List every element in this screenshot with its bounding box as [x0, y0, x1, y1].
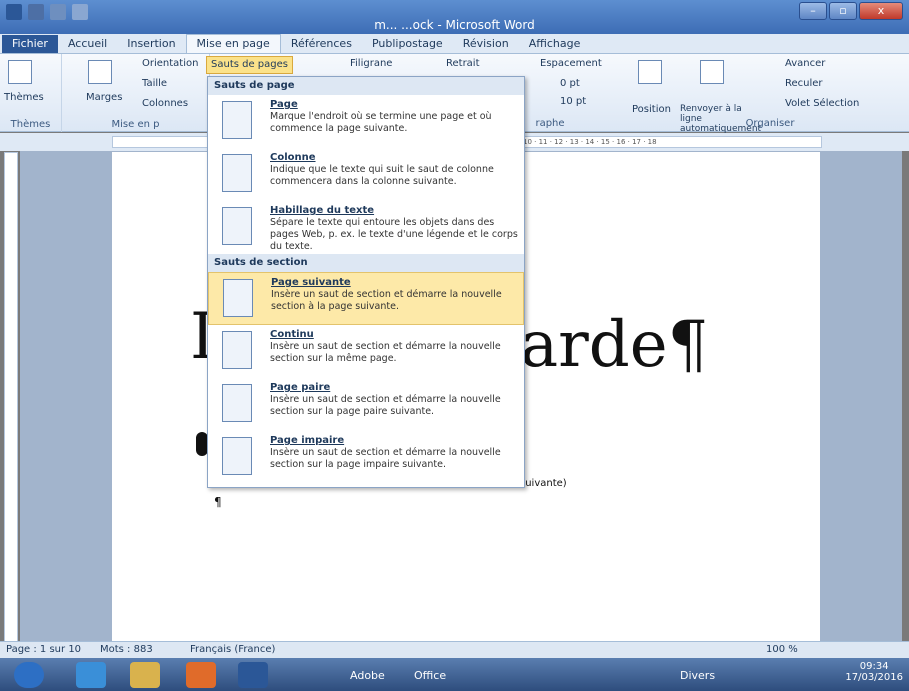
- tab-affichage[interactable]: Affichage: [519, 35, 591, 53]
- next-page-icon: [223, 279, 253, 317]
- menu-item-title: Habillage du texte: [270, 205, 375, 216]
- page-count[interactable]: Page : 1 sur 10: [6, 644, 81, 655]
- ribbon-tabs: Fichier Accueil Insertion Mise en page R…: [0, 34, 909, 54]
- menu-item-desc: Insère un saut de section et démarre la …: [270, 341, 501, 364]
- menu-item-title: Page paire: [270, 382, 331, 393]
- menu-item-title: Page: [270, 99, 298, 110]
- page-break-icon: [222, 101, 252, 139]
- spacing-before-input[interactable]: 0 pt: [560, 78, 580, 89]
- menu-item-habillage[interactable]: Habillage du texte Sépare le texte qui e…: [208, 201, 524, 254]
- menu-item-page-suivante[interactable]: Page suivante Insère un saut de section …: [208, 272, 524, 325]
- spacing-label: Espacement: [540, 58, 602, 69]
- page-breaks-button[interactable]: Sauts de pages: [206, 56, 293, 74]
- window-title: m... ...ock - Microsoft Word: [374, 18, 535, 32]
- adobe-toolbar[interactable]: Adobe: [350, 669, 385, 682]
- group-org-label: Organiser: [745, 118, 795, 129]
- tab-references[interactable]: Références: [281, 35, 362, 53]
- tab-publipostage[interactable]: Publipostage: [362, 35, 453, 53]
- zoom-level[interactable]: 100 %: [766, 644, 798, 655]
- spacing-after-input[interactable]: 10 pt: [560, 96, 586, 107]
- watermark-button[interactable]: Filigrane: [350, 58, 392, 69]
- minimize-button[interactable]: –: [799, 2, 827, 20]
- columns-button[interactable]: Colonnes: [142, 98, 188, 109]
- margins-icon[interactable]: [88, 60, 112, 84]
- size-button[interactable]: Taille: [142, 78, 167, 89]
- menu-item-desc: Insère un saut de section et démarre la …: [271, 289, 502, 312]
- clock-time: 09:34: [859, 661, 889, 672]
- heading-text-right: arde¶: [520, 308, 709, 382]
- menu-item-title: Page impaire: [270, 435, 345, 446]
- tab-insertion[interactable]: Insertion: [117, 35, 185, 53]
- group-themes: Thèmes Thèmes: [0, 54, 62, 132]
- column-break-icon: [222, 154, 252, 192]
- word-task-icon[interactable]: [238, 662, 268, 688]
- even-page-icon: [222, 384, 252, 422]
- system-clock[interactable]: 09:34 17/03/2016: [845, 661, 903, 683]
- menu-item-colonne[interactable]: Colonne Indique que le texte qui suit le…: [208, 148, 524, 201]
- tab-mise-en-page[interactable]: Mise en page: [185, 34, 281, 53]
- text-wrap-icon: [222, 207, 252, 245]
- group-mise-en-page: Marges Orientation Taille Colonnes Mise …: [62, 54, 210, 132]
- menu-item-continu[interactable]: Continu Insère un saut de section et dém…: [208, 325, 524, 378]
- selection-pane-button[interactable]: Volet Sélection: [785, 98, 859, 109]
- window-controls: – ▫ x: [799, 2, 903, 20]
- vertical-ruler[interactable]: [4, 152, 18, 642]
- taskbar: Adobe Office Divers 09:34 17/03/2016: [0, 658, 909, 691]
- wrap-icon[interactable]: [700, 60, 724, 84]
- indent-label: Retrait: [446, 58, 480, 69]
- close-button[interactable]: x: [859, 2, 903, 20]
- maximize-button[interactable]: ▫: [829, 2, 857, 20]
- themes-label: Thèmes: [4, 92, 44, 103]
- menu-item-desc: Insère un saut de section et démarre la …: [270, 394, 501, 417]
- menu-item-desc: Insère un saut de section et démarre la …: [270, 447, 501, 470]
- title-bar: m... ...ock - Microsoft Word – ▫ x: [0, 0, 909, 34]
- clock-date: 17/03/2016: [845, 672, 903, 683]
- start-icon[interactable]: [14, 662, 44, 688]
- menu-item-page-paire[interactable]: Page paire Insère un saut de section et …: [208, 378, 524, 431]
- menu-item-desc: Marque l'endroit où se termine une page …: [270, 111, 492, 134]
- continuous-icon: [222, 331, 252, 369]
- margins-label[interactable]: Marges: [86, 92, 122, 103]
- group-themes-label: Thèmes: [10, 119, 51, 130]
- menu-section-page-breaks: Sauts de page: [208, 77, 524, 95]
- orientation-button[interactable]: Orientation: [142, 58, 198, 69]
- menu-item-title: Continu: [270, 329, 314, 340]
- menu-item-desc: Indique que le texte qui suit le saut de…: [270, 164, 494, 187]
- tab-fichier[interactable]: Fichier: [2, 35, 58, 53]
- status-bar: Page : 1 sur 10 Mots : 883 Français (Fra…: [0, 641, 909, 658]
- menu-item-title: Page suivante: [271, 277, 351, 288]
- menu-item-page[interactable]: Page Marque l'endroit où se termine une …: [208, 95, 524, 148]
- ruler-marks: 10 · 11 · 12 · 13 · 14 · 15 · 16 · 17 · …: [523, 138, 657, 146]
- tab-accueil[interactable]: Accueil: [58, 35, 117, 53]
- word-count[interactable]: Mots : 883: [100, 644, 153, 655]
- page-breaks-menu: Sauts de page Page Marque l'endroit où s…: [207, 76, 525, 488]
- menu-item-title: Colonne: [270, 152, 316, 163]
- toc-entry: suivante): [520, 478, 567, 489]
- position-label[interactable]: Position: [632, 104, 671, 115]
- menu-item-desc: Sépare le texte qui entoure les objets d…: [270, 217, 518, 252]
- odd-page-icon: [222, 437, 252, 475]
- position-icon[interactable]: [638, 60, 662, 84]
- menu-item-page-impaire[interactable]: Page impaire Insère un saut de section e…: [208, 431, 524, 484]
- group-mise-label: Mise en p: [111, 119, 160, 130]
- office-toolbar[interactable]: Office: [414, 669, 446, 682]
- group-para-label: raphe: [535, 118, 565, 129]
- firefox-icon[interactable]: [186, 662, 216, 688]
- ie-icon[interactable]: [76, 662, 106, 688]
- themes-icon[interactable]: [8, 60, 32, 84]
- explorer-icon[interactable]: [130, 662, 160, 688]
- send-backward-button[interactable]: Reculer: [785, 78, 823, 89]
- tab-revision[interactable]: Révision: [453, 35, 519, 53]
- language-indicator[interactable]: Français (France): [190, 644, 275, 655]
- menu-section-section-breaks: Sauts de section: [208, 254, 524, 272]
- divers-toolbar[interactable]: Divers: [680, 669, 715, 682]
- paragraph-mark: ¶: [214, 495, 222, 509]
- bring-forward-button[interactable]: Avancer: [785, 58, 825, 69]
